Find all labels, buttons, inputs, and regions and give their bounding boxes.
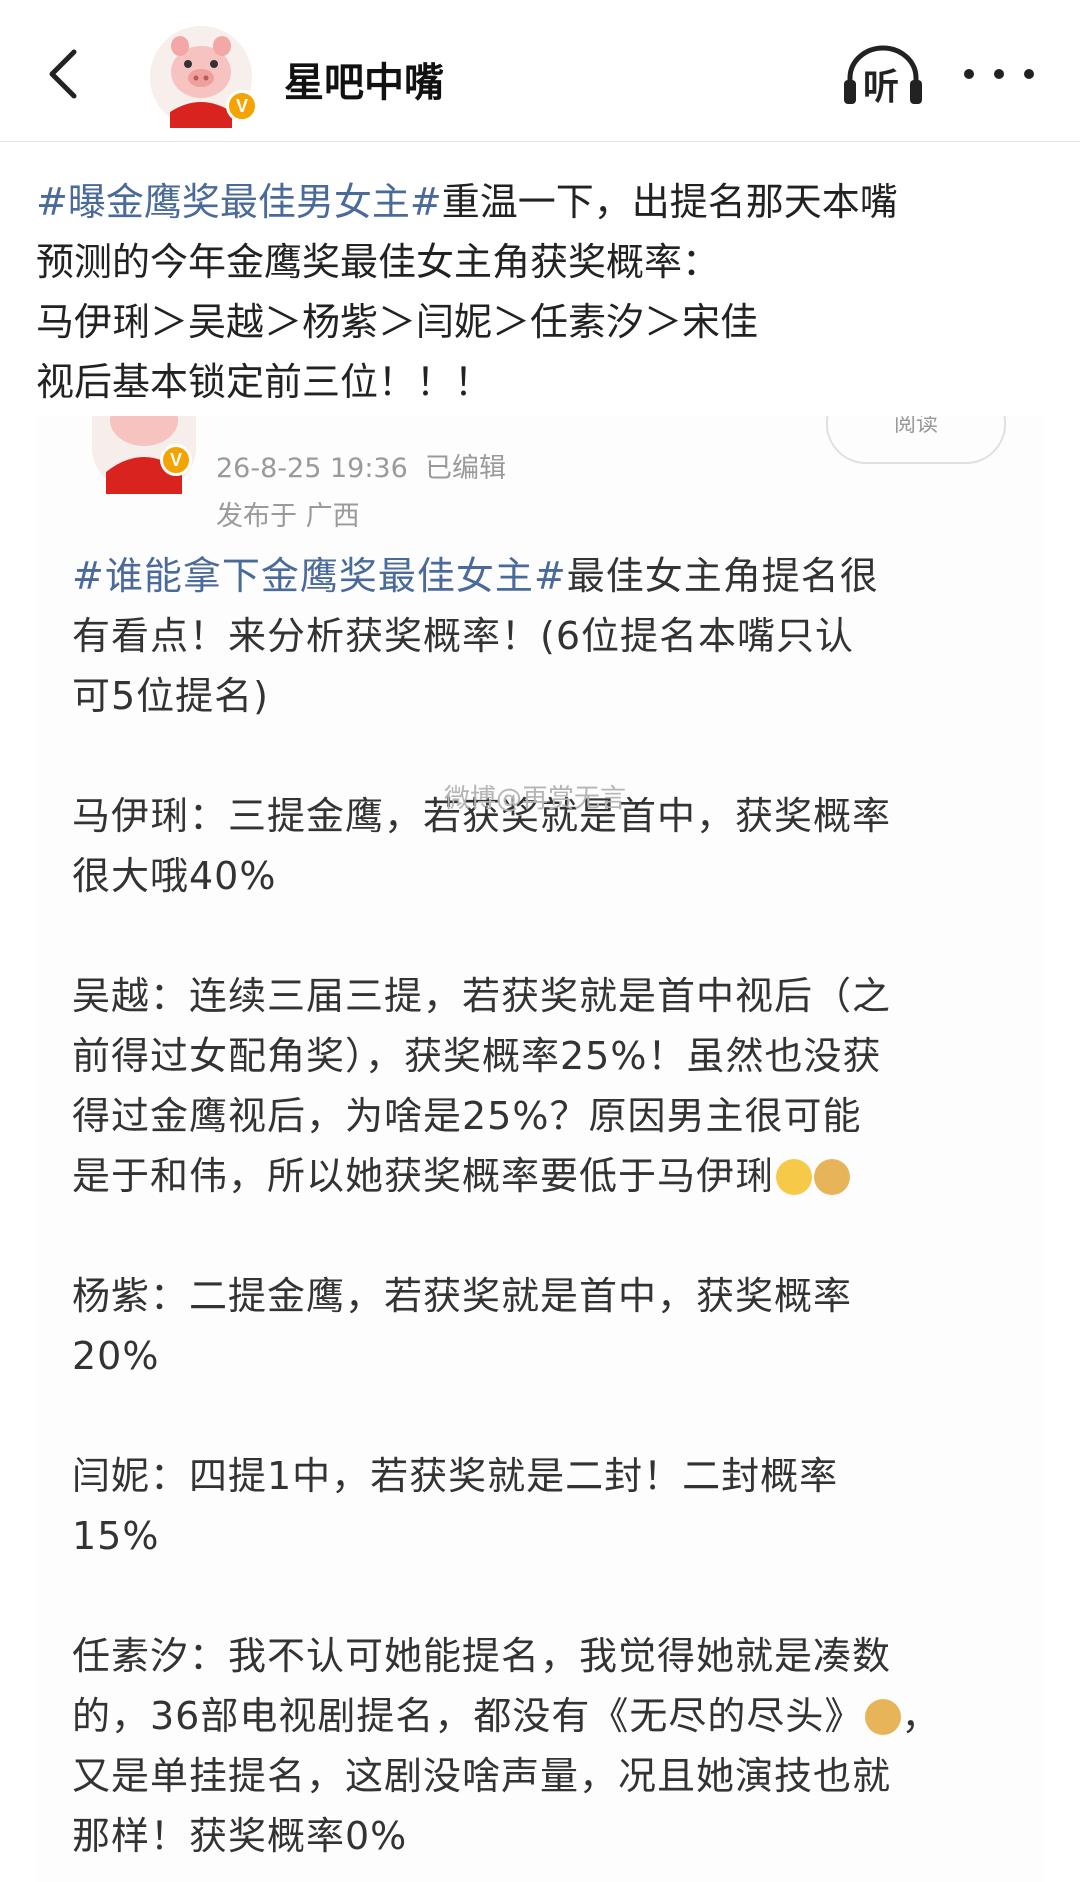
paragraph-line: 任素汐：我不认可她能提名，我觉得她就是凑数: [72, 1634, 892, 1678]
listen-button[interactable]: 听: [842, 44, 924, 108]
paragraph-line: 很大哦40%: [72, 854, 277, 898]
paragraph-line: 前得过女配角奖），获奖概率25%！虽然也没获: [72, 1034, 882, 1078]
hashtag-link[interactable]: #谁能拿下金鹰奖最佳女主#: [72, 554, 567, 598]
paragraph-line: 的，36部电视剧提名，都没有《无尽的尽头》，: [72, 1694, 941, 1738]
listen-label: 听: [863, 67, 900, 108]
post-line: 预测的今年金鹰奖最佳女主角获奖概率：: [36, 240, 721, 284]
post-timestamp: 26-8-25 19:36 已编辑: [216, 453, 506, 484]
embedded-avatar: V: [92, 416, 196, 494]
avatar[interactable]: V: [150, 26, 258, 128]
top-bar: V 星吧中嘴 听: [0, 0, 1080, 142]
embedded-screenshot[interactable]: V 阅读 26-8-25 19:36 已编辑 发布于 广西 #谁能拿下金鹰奖最佳…: [36, 416, 1044, 1882]
post-line: 马伊琍＞吴越＞杨紫＞闫妮＞任素汐＞宋佳: [36, 300, 759, 344]
paragraph-line: 杨紫：二提金鹰，若获奖就是首中，获奖概率: [72, 1274, 853, 1318]
post-location: 发布于 广西: [216, 501, 360, 532]
paragraph-line: 20%: [72, 1334, 160, 1378]
post-line: #曝金鹰奖最佳男女主#重温一下，出提名那天本嘴: [36, 180, 898, 224]
paragraph-line: 是于和伟，所以她获奖概率要低于马伊琍: [72, 1146, 1032, 1206]
hashtag-link[interactable]: #曝金鹰奖最佳男女主#: [36, 180, 442, 224]
paragraph-line: 那样！获奖概率0%: [72, 1814, 408, 1858]
paragraph-line: 闫妮：四提1中，若获奖就是二封！二封概率: [72, 1454, 839, 1498]
paragraph-line: 得过金鹰视后，为啥是25%？原因男主很可能: [72, 1094, 862, 1138]
more-dots-icon: [964, 69, 974, 79]
read-button[interactable]: 阅读: [826, 416, 1006, 464]
watermark: 微博@再赏无言: [444, 784, 627, 814]
doge-emoji-icon: [814, 1159, 851, 1195]
paragraph-line: 又是单挂提名，这剧没啥声量，况且她演技也就: [72, 1754, 892, 1798]
verified-badge: V: [226, 90, 258, 122]
verified-badge: V: [160, 444, 192, 476]
post-content: #曝金鹰奖最佳男女主#重温一下，出提名那天本嘴 预测的今年金鹰奖最佳女主角获奖概…: [36, 172, 1056, 412]
back-arrow-icon[interactable]: [36, 44, 96, 104]
account-name[interactable]: 星吧中嘴: [284, 50, 444, 108]
paragraph-line: 15%: [72, 1514, 160, 1558]
paragraph-line: 吴越：连续三届三提，若获奖就是首中视后（之: [72, 974, 892, 1018]
laugh-cry-emoji-icon: [776, 1159, 813, 1195]
post-line: 视后基本锁定前三位！！！: [36, 360, 493, 404]
embedded-post-body: #谁能拿下金鹰奖最佳女主#最佳女主角提名很 有看点！来分析获奖概率！(6位提名本…: [72, 546, 1032, 1866]
more-button[interactable]: [964, 54, 1034, 94]
doge-emoji-icon: [865, 1699, 902, 1735]
